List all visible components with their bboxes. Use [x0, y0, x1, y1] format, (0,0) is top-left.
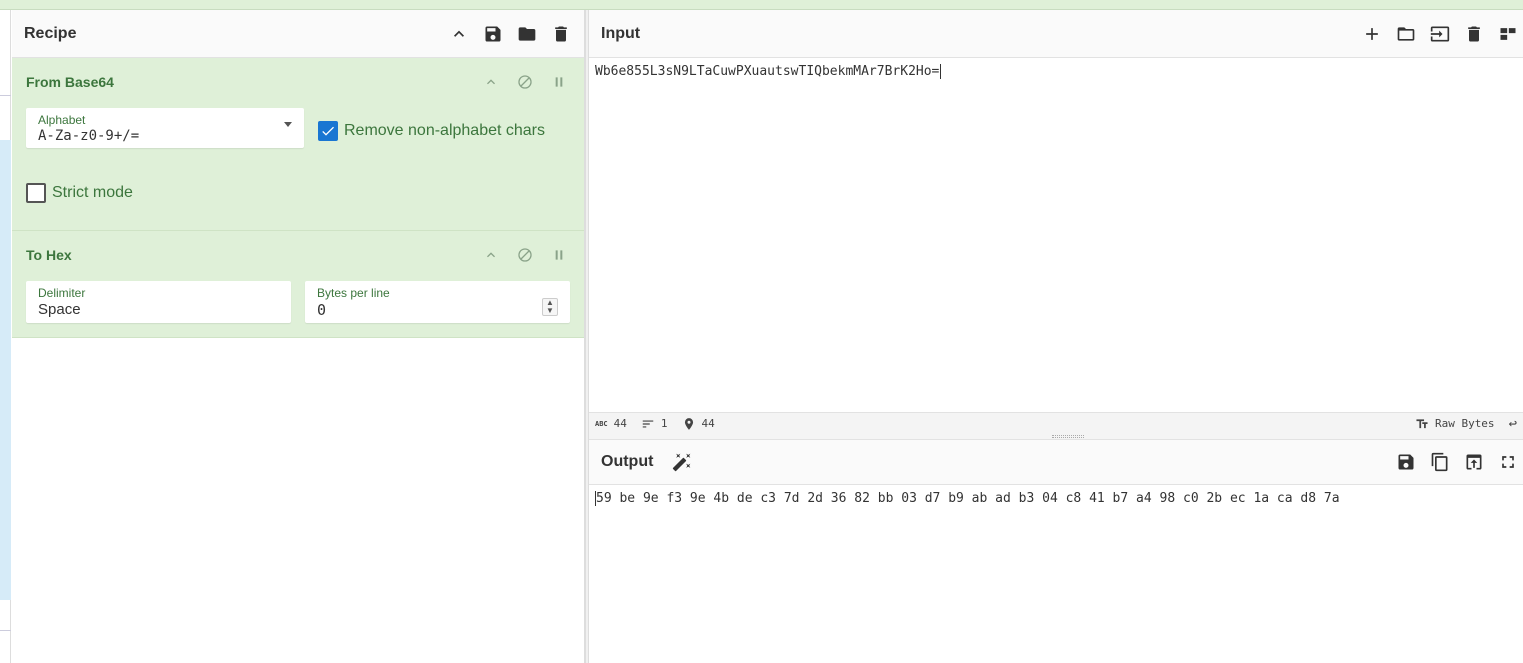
collapse-operation-icon[interactable]: [480, 71, 502, 93]
input-text: Wb6e855L3sN9LTaCuwPXuautswTIQbekmMAr7BrK…: [595, 64, 940, 79]
operation-from-base64[interactable]: From Base64 Alphabet A-Za-z0-9+/= Remove…: [12, 58, 584, 231]
char-count: 44: [613, 417, 627, 430]
load-recipe-icon[interactable]: [516, 23, 538, 45]
output-text: 59 be 9e f3 9e 4b de c3 7d 2d 36 82 bb 0…: [596, 491, 1340, 506]
number-stepper-icon[interactable]: ▲ ▼: [542, 298, 558, 316]
output-title: Output: [601, 453, 654, 470]
output-panel: Output 59 be 9e f3 9e 4b de c3 7d 2d 36 …: [589, 440, 1523, 663]
location-pin-icon: [684, 417, 693, 430]
top-banner: [0, 0, 1523, 10]
save-output-icon[interactable]: [1395, 451, 1417, 473]
resize-grip-icon: [1052, 435, 1084, 438]
encoding-selector[interactable]: Raw Bytes: [1415, 417, 1495, 431]
checkbox-checked-icon[interactable]: [318, 121, 338, 141]
alphabet-select[interactable]: Alphabet A-Za-z0-9+/=: [26, 108, 304, 148]
clear-input-icon[interactable]: [1463, 23, 1485, 45]
input-textarea[interactable]: Wb6e855L3sN9LTaCuwPXuautswTIQbekmMAr7BrK…: [589, 58, 1523, 85]
magic-wand-icon[interactable]: [671, 451, 693, 473]
recipe-header: Recipe: [12, 10, 584, 58]
copy-output-icon[interactable]: [1429, 451, 1451, 473]
recipe-panel: Recipe From Base64 Alphabet A-Za-z0-9+/=: [12, 10, 585, 663]
collapse-operation-icon[interactable]: [480, 244, 502, 266]
replace-input-icon[interactable]: [1463, 451, 1485, 473]
operation-title: From Base64: [26, 74, 114, 90]
alphabet-label: Alphabet: [38, 113, 86, 127]
input-header: Input: [589, 10, 1523, 58]
sidebar-divider: [0, 630, 11, 631]
output-header: Output: [589, 440, 1523, 485]
char-count-icon: ABC: [595, 419, 608, 428]
disable-operation-icon[interactable]: [514, 244, 536, 266]
remove-nonalpha-label: Remove non-alphabet chars: [344, 122, 546, 139]
output-textarea[interactable]: 59 be 9e f3 9e 4b de c3 7d 2d 36 82 bb 0…: [589, 485, 1523, 512]
dropdown-arrow-icon[interactable]: [284, 122, 292, 127]
collapse-all-icon[interactable]: [448, 23, 470, 45]
bytes-per-line-label: Bytes per line: [317, 286, 390, 300]
text-cursor: [940, 64, 942, 79]
recipe-title: Recipe: [24, 24, 77, 42]
open-file-icon[interactable]: [1429, 23, 1451, 45]
text-format-icon: [1416, 418, 1428, 428]
maximise-icon[interactable]: [1497, 451, 1519, 473]
pause-icon[interactable]: [548, 71, 570, 93]
cursor-position: 44: [701, 417, 715, 430]
delimiter-select[interactable]: Delimiter Space: [26, 281, 291, 323]
line-count: 1: [660, 417, 668, 430]
disable-operation-icon[interactable]: [514, 71, 536, 93]
layout-icon[interactable]: [1497, 23, 1519, 45]
sidebar-divider: [0, 95, 11, 96]
line-count-icon: [642, 420, 654, 427]
delimiter-label: Delimiter: [38, 286, 86, 300]
operation-to-hex[interactable]: To Hex Delimiter Space Bytes per line 0 …: [12, 231, 584, 338]
pause-icon[interactable]: [548, 244, 570, 266]
sidebar-highlight: [0, 140, 11, 600]
operations-sidebar-edge: [0, 10, 11, 663]
operation-title: To Hex: [26, 247, 72, 263]
remove-nonalpha-checkbox[interactable]: Remove non-alphabet chars: [318, 121, 545, 141]
save-recipe-icon[interactable]: [482, 23, 504, 45]
eol-return-icon[interactable]: ↩: [1509, 416, 1517, 432]
bytes-per-line-input[interactable]: Bytes per line 0 ▲ ▼: [305, 281, 570, 323]
encoding-label: Raw Bytes: [1434, 417, 1495, 430]
bytes-per-line-value: 0: [317, 301, 327, 319]
checkbox-unchecked-icon[interactable]: [26, 183, 46, 203]
add-tab-icon[interactable]: [1361, 23, 1383, 45]
input-status-bar: ABC 44 1 44 Raw Bytes ↩: [589, 412, 1523, 434]
alphabet-value: A-Za-z0-9+/=: [38, 128, 140, 144]
delimiter-value: Space: [38, 301, 81, 318]
strict-mode-label: Strict mode: [52, 184, 133, 201]
clear-recipe-icon[interactable]: [550, 23, 572, 45]
open-folder-icon[interactable]: [1395, 23, 1417, 45]
strict-mode-checkbox[interactable]: Strict mode: [26, 183, 133, 203]
input-title: Input: [601, 24, 641, 42]
input-panel: Input Wb6e855L3sN9LTaCuwPXuautswTIQbekmM…: [589, 10, 1523, 412]
